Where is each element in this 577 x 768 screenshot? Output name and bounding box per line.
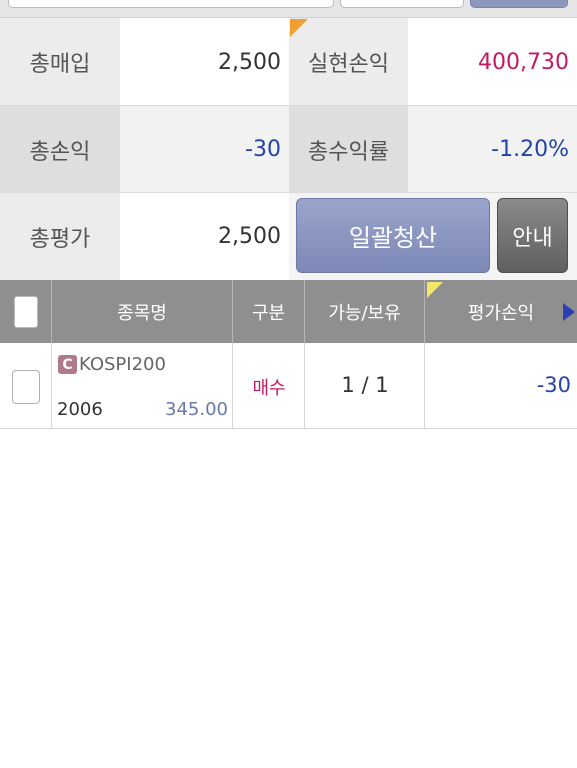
divider (0, 105, 577, 106)
account-select[interactable] (340, 0, 464, 8)
trade-type: 매수 (252, 378, 286, 399)
row-checkbox[interactable] (12, 370, 40, 404)
corner-flag-icon (290, 19, 308, 37)
header-avail-hold[interactable]: 가능/보유 (305, 280, 425, 343)
total-eval-label: 총평가 (0, 193, 120, 280)
scroll-right-arrow-icon[interactable] (563, 303, 575, 321)
row-checkbox-wrap (12, 370, 40, 404)
select-all-checkbox[interactable] (13, 295, 38, 328)
call-option-badge: C (58, 355, 77, 374)
account-input[interactable] (8, 0, 334, 8)
total-return-label: 총수익률 (289, 106, 408, 193)
instrument-price: 345.00 (165, 399, 228, 420)
divider (0, 192, 577, 193)
total-pl-value: -30 (120, 106, 289, 193)
total-pl-label: 총손익 (0, 106, 120, 193)
header-eval-pl[interactable]: 평가손익 (425, 280, 577, 343)
instrument-name-cell: C KOSPI200 (58, 354, 166, 375)
select-all-cell (0, 280, 52, 343)
total-purchase-value: 2,500 (120, 18, 289, 106)
guide-button[interactable]: 안내 (497, 198, 568, 273)
liquidate-all-button[interactable]: 일괄청산 (296, 198, 490, 273)
instrument-name: KOSPI200 (79, 354, 166, 375)
search-button[interactable] (470, 0, 568, 8)
instrument-code: 2006 (57, 399, 103, 420)
total-eval-value: 2,500 (120, 193, 289, 280)
header-name[interactable]: 종목명 (52, 280, 233, 343)
divider (51, 343, 52, 429)
realized-pl-value: 400,730 (408, 18, 577, 106)
eval-pl-value: -30 (536, 373, 571, 397)
header-type[interactable]: 구분 (233, 280, 305, 343)
total-return-value: -1.20% (408, 106, 577, 193)
total-purchase-label: 총매입 (0, 18, 120, 106)
avail-hold-qty: 1 / 1 (341, 373, 389, 397)
note-flag-icon (427, 282, 443, 298)
